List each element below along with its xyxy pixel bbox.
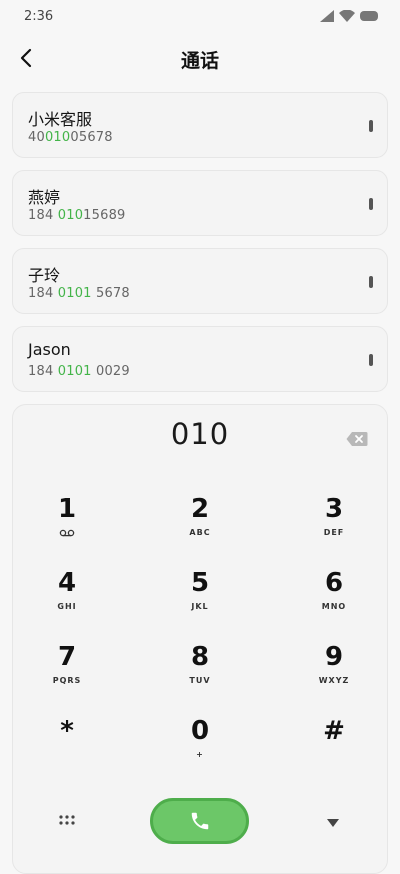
header: 通话 xyxy=(0,40,400,76)
number-prefix: 184 xyxy=(28,286,58,301)
key-letters: GHI xyxy=(57,602,77,611)
status-time: 2:36 xyxy=(24,9,54,24)
key-letters: TUV xyxy=(189,676,211,685)
contact-name: Jason xyxy=(28,340,71,359)
key-2[interactable]: 2 ABC xyxy=(150,494,250,556)
contact-number: 184 01015689 xyxy=(28,208,126,223)
contact-name: 子玲 xyxy=(28,266,61,285)
key-digit: 6 xyxy=(324,568,344,598)
key-letters: ABC xyxy=(189,528,211,537)
key-letters: WXYZ xyxy=(318,676,350,685)
key-5[interactable]: 5 JKL xyxy=(150,568,250,630)
wifi-icon xyxy=(339,10,355,22)
call-button[interactable] xyxy=(150,798,249,844)
key-letters: JKL xyxy=(191,602,209,611)
key-9[interactable]: 9 WXYZ xyxy=(284,642,384,704)
number-prefix: 40 xyxy=(28,130,45,145)
key-digit: 3 xyxy=(324,494,344,524)
contact-name: 小米客服 xyxy=(28,110,93,129)
collapse-keypad-button[interactable] xyxy=(325,814,341,827)
key-digit: # xyxy=(323,716,345,746)
key-digit: 9 xyxy=(324,642,344,672)
key-letters: DEF xyxy=(323,528,345,537)
backspace-icon xyxy=(346,432,368,446)
key-digit: 8 xyxy=(190,642,210,672)
grid-menu-button[interactable] xyxy=(58,812,76,830)
number-suffix: 05678 xyxy=(70,130,113,145)
contact-card[interactable]: 小米客服 4001005678 xyxy=(12,92,388,158)
key-digit: 7 xyxy=(57,642,77,672)
key-3[interactable]: 3 DEF xyxy=(284,494,384,556)
contact-card[interactable]: 燕婷 184 01015689 xyxy=(12,170,388,236)
key-1[interactable]: 1 xyxy=(17,494,117,556)
key-letters: MNO xyxy=(321,602,347,611)
number-prefix: 184 xyxy=(28,208,58,223)
triangle-down-icon xyxy=(327,819,339,827)
battery-icon xyxy=(360,11,378,21)
key-digit: 1 xyxy=(57,494,77,524)
key-digit: 2 xyxy=(190,494,210,524)
number-match: 010 xyxy=(57,208,84,223)
key-7[interactable]: 7 PQRS xyxy=(17,642,117,704)
key-digit: * xyxy=(60,716,74,746)
signal-icon xyxy=(320,10,334,22)
dial-input[interactable]: 010 xyxy=(0,417,400,451)
more-handle-icon[interactable] xyxy=(369,198,373,210)
status-bar: 2:36 xyxy=(0,0,400,32)
number-suffix: 5678 xyxy=(91,286,130,301)
contact-card[interactable]: 子玲 184 0101 5678 xyxy=(12,248,388,314)
number-match: 0101 xyxy=(57,286,92,301)
key-hash[interactable]: # xyxy=(284,716,384,778)
key-4[interactable]: 4 GHI xyxy=(17,568,117,630)
key-6[interactable]: 6 MNO xyxy=(284,568,384,630)
more-handle-icon[interactable] xyxy=(369,276,373,288)
number-prefix: 184 xyxy=(28,364,58,379)
number-suffix: 15689 xyxy=(83,208,126,223)
key-digit: 4 xyxy=(57,568,77,598)
backspace-button[interactable] xyxy=(346,431,368,447)
key-0[interactable]: 0 + xyxy=(150,716,250,778)
contact-name: 燕婷 xyxy=(28,188,61,207)
key-8[interactable]: 8 TUV xyxy=(150,642,250,704)
status-icons xyxy=(320,10,378,22)
number-suffix: 0029 xyxy=(91,364,130,379)
page-title: 通话 xyxy=(180,50,219,72)
contact-card[interactable]: Jason 184 0101 0029 xyxy=(12,326,388,392)
number-match: 010 xyxy=(44,130,71,145)
key-star[interactable]: * xyxy=(17,716,117,778)
contact-number: 4001005678 xyxy=(28,130,113,145)
grid-menu-icon xyxy=(59,815,75,825)
bottom-bar xyxy=(0,796,400,846)
number-match: 0101 xyxy=(57,364,92,379)
more-handle-icon[interactable] xyxy=(369,354,373,366)
phone-icon xyxy=(191,812,208,830)
contact-number: 184 0101 5678 xyxy=(28,286,130,301)
key-letters: PQRS xyxy=(52,676,82,685)
contact-number: 184 0101 0029 xyxy=(28,364,130,379)
key-digit: 0 xyxy=(190,716,210,746)
key-letters: + xyxy=(196,750,204,759)
voicemail-icon xyxy=(59,529,75,537)
key-digit: 5 xyxy=(190,568,210,598)
more-handle-icon[interactable] xyxy=(369,120,373,132)
